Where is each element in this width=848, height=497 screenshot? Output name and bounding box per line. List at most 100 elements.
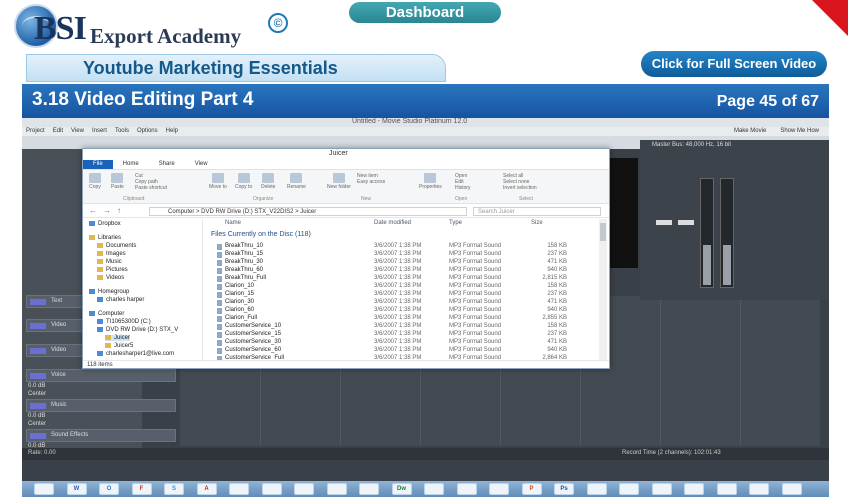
file-row[interactable]: Clarion_30 3/6/2007 1:38 PM MP3 Format Sou…	[209, 299, 599, 307]
make-movie-button[interactable]: Make Movie	[734, 127, 766, 136]
taskbar-app-button[interactable]	[651, 483, 672, 495]
transport-bar[interactable]: Rate: 0.00 Record Time (2 channels): 102…	[22, 448, 829, 460]
nav-libraries[interactable]: Libraries	[89, 235, 121, 241]
forward-icon[interactable]: →	[103, 206, 111, 215]
menu-options[interactable]: Options	[137, 127, 158, 136]
file-row[interactable]: CustomerService_15 3/6/2007 1:38 PM MP3 Fo…	[209, 331, 599, 339]
menu-project[interactable]: Project	[26, 127, 45, 136]
properties-button[interactable]: Properties	[419, 173, 442, 190]
taskbar-app-button[interactable]: Ps	[554, 483, 574, 495]
file-row[interactable]: BreakThru_15 3/6/2007 1:38 PM MP3 Format S…	[209, 251, 599, 259]
taskbar-app-button[interactable]	[34, 483, 54, 495]
nav-pictures[interactable]: Pictures	[97, 267, 128, 273]
volume-fader[interactable]	[656, 220, 672, 225]
search-input[interactable]: Search Juicer	[473, 207, 601, 216]
nav-images[interactable]: Images	[97, 251, 126, 257]
taskbar-app-button[interactable]	[261, 483, 282, 495]
file-row[interactable]: BreakThru_Full 3/6/2007 1:38 PM MP3 Format…	[209, 275, 599, 283]
taskbar-app-button[interactable]	[716, 483, 737, 495]
taskbar-app-button[interactable]	[749, 483, 769, 495]
taskbar-app-button[interactable]: A	[196, 483, 217, 495]
file-row[interactable]: Clarion_Full 3/6/2007 1:38 PM MP3 Format S…	[209, 315, 599, 323]
taskbar-app-button[interactable]	[294, 483, 314, 495]
copy-button[interactable]: Copy	[89, 173, 101, 190]
tab-home[interactable]: Home	[113, 160, 149, 169]
file-row[interactable]: Clarion_10 3/6/2007 1:38 PM MP3 Format Sou…	[209, 283, 599, 291]
column-header-size[interactable]: Size	[531, 220, 543, 226]
column-header-date[interactable]: Date modified	[374, 220, 411, 226]
select-small-items[interactable]: Select all Select none Invert selection	[503, 173, 537, 191]
tab-file[interactable]: File	[83, 160, 113, 169]
taskbar-app-button[interactable]	[586, 483, 607, 495]
group-header[interactable]: Files Currently on the Disc (118)	[211, 231, 311, 238]
dashboard-button[interactable]: Dashboard	[349, 2, 501, 23]
up-icon[interactable]: ↑	[117, 206, 121, 215]
nav-juicer5[interactable]: Juicer5	[105, 343, 133, 349]
taskbar-app-button[interactable]	[619, 483, 639, 495]
move-to-button[interactable]: Move to	[209, 173, 227, 190]
rename-button[interactable]: Rename	[287, 173, 306, 190]
nav-computer[interactable]: Computer	[89, 311, 124, 317]
open-small-items[interactable]: Open Edit History	[455, 173, 471, 191]
column-header-type[interactable]: Type	[449, 220, 462, 226]
taskbar-app-button[interactable]	[781, 483, 802, 495]
nav-music[interactable]: Music	[97, 259, 122, 265]
taskbar-app-button[interactable]: P	[521, 483, 542, 495]
taskbar-app-button[interactable]: W	[66, 483, 87, 495]
back-icon[interactable]: ←	[89, 206, 97, 215]
taskbar-app-button[interactable]	[424, 483, 444, 495]
file-row[interactable]: CustomerService_10 3/6/2007 1:38 PM MP3 Fo…	[209, 323, 599, 331]
nav-homegroup[interactable]: Homegroup	[89, 289, 129, 295]
paste-button[interactable]: Paste	[111, 173, 124, 190]
nav-videos[interactable]: Videos	[97, 275, 124, 281]
nav-documents[interactable]: Documents	[97, 243, 136, 249]
taskbar-app-button[interactable]: O	[99, 483, 119, 495]
nav-arrows[interactable]: ← → ↑	[89, 206, 121, 215]
taskbar-app-button[interactable]	[489, 483, 509, 495]
clipboard-small-items[interactable]: Cut Copy path Paste shortcut	[135, 173, 167, 191]
taskbar-app-button[interactable]: S	[164, 483, 184, 495]
taskbar-app-button[interactable]	[229, 483, 249, 495]
taskbar-app-button[interactable]: F	[131, 483, 152, 495]
file-row[interactable]: Clarion_60 3/6/2007 1:38 PM MP3 Format Sou…	[209, 307, 599, 315]
file-row[interactable]: Clarion_15 3/6/2007 1:38 PM MP3 Format Sou…	[209, 291, 599, 299]
nav-drive-d[interactable]: DVD RW Drive (D:) STX_V	[97, 327, 178, 333]
file-row[interactable]: BreakThru_60 3/6/2007 1:38 PM MP3 Format S…	[209, 267, 599, 275]
fullscreen-video-button[interactable]: Click for Full Screen Video	[641, 51, 827, 77]
file-row[interactable]: CustomerService_30 3/6/2007 1:38 PM MP3 Fo…	[209, 339, 599, 347]
new-small-items[interactable]: New item Easy access	[357, 173, 385, 185]
nav-onedrive[interactable]: charlesharper1@live.com	[97, 351, 174, 357]
menu-tools[interactable]: Tools	[115, 127, 129, 136]
taskbar-app-button[interactable]	[359, 483, 379, 495]
vertical-scrollbar[interactable]	[599, 219, 607, 360]
column-header-name[interactable]: Name	[225, 220, 241, 226]
tab-view[interactable]: View	[185, 160, 218, 169]
file-row[interactable]: BreakThru_30 3/6/2007 1:38 PM MP3 Format S…	[209, 259, 599, 267]
track-header[interactable]: Voice	[26, 369, 176, 382]
taskbar-app-button[interactable]	[326, 483, 347, 495]
track-header[interactable]: Sound Effects	[26, 429, 176, 442]
file-row[interactable]: BreakThru_10 3/6/2007 1:38 PM MP3 Format S…	[209, 243, 599, 251]
taskbar-app-button[interactable]	[456, 483, 477, 495]
video-frame[interactable]: Untitled - Movie Studio Platinum 12.0 – …	[22, 118, 829, 481]
menu-edit[interactable]: Edit	[53, 127, 63, 136]
nav-dropbox[interactable]: Dropbox	[89, 221, 121, 227]
new-folder-button[interactable]: New folder	[327, 173, 351, 190]
volume-fader[interactable]	[678, 220, 694, 225]
menu-help[interactable]: Help	[166, 127, 178, 136]
menu-view[interactable]: View	[71, 127, 84, 136]
nav-juicer[interactable]: Juicer	[105, 335, 131, 342]
show-me-how-button[interactable]: Show Me How	[780, 127, 819, 136]
delete-button[interactable]: Delete	[261, 173, 275, 190]
file-row[interactable]: CustomerService_60 3/6/2007 1:38 PM MP3 Fo…	[209, 347, 599, 355]
taskbar-app-button[interactable]	[684, 483, 704, 495]
taskbar-app-button[interactable]: Dw	[391, 483, 412, 495]
nav-user[interactable]: charles harper	[97, 297, 144, 303]
tab-share[interactable]: Share	[149, 160, 185, 169]
address-bar[interactable]: Computer > DVD RW Drive (D:) STX_V22DIS2…	[149, 207, 467, 216]
menu-insert[interactable]: Insert	[92, 127, 107, 136]
nav-drive-c[interactable]: TI1065300D (C:)	[97, 319, 151, 325]
copy-to-button[interactable]: Copy to	[235, 173, 252, 190]
explorer-window[interactable]: Juicer – □ ✕ File Home Share View Copy P…	[82, 148, 610, 369]
track-header[interactable]: Music	[26, 399, 176, 412]
